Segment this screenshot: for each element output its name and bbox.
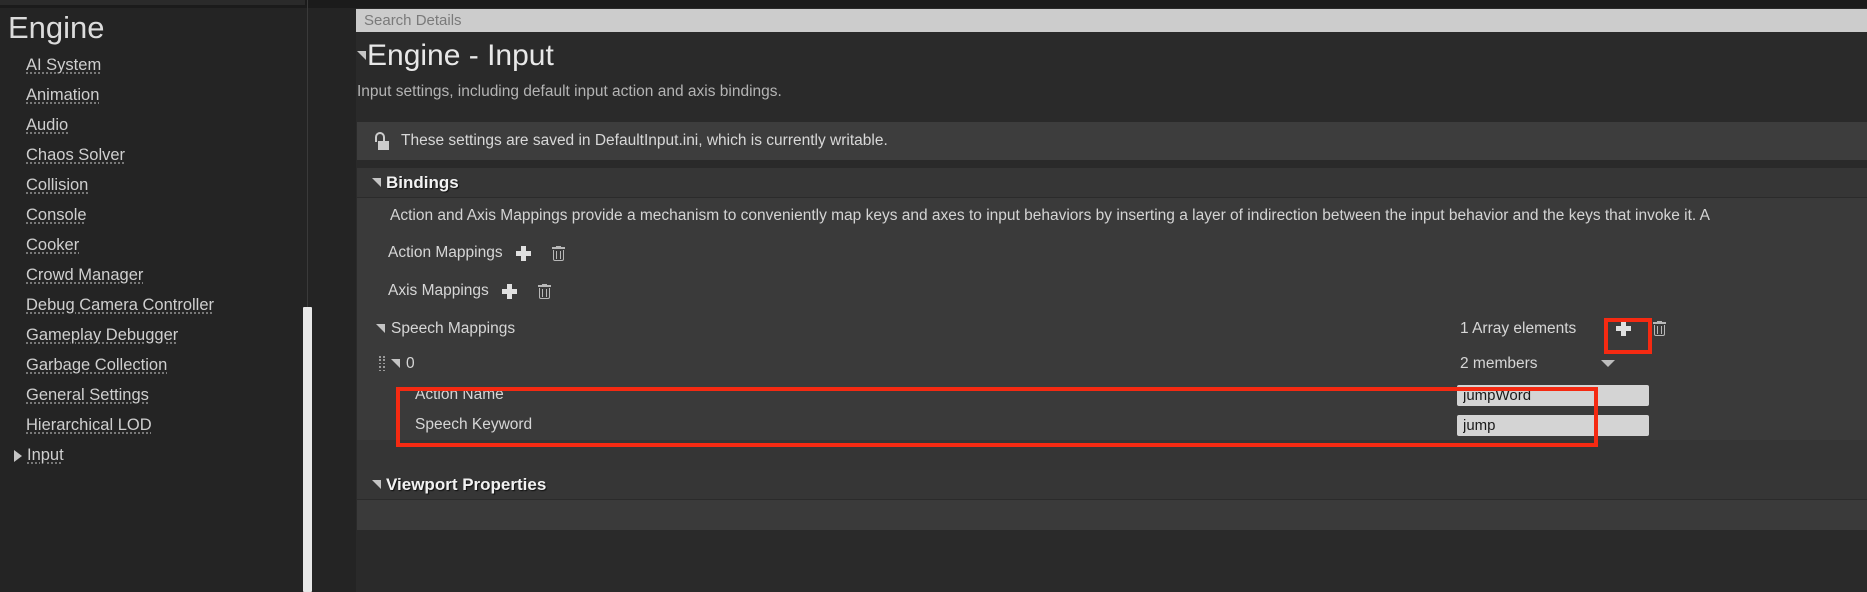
speech-mappings-label: Speech Mappings — [391, 320, 515, 338]
trash-icon — [1653, 321, 1666, 336]
page-title: Engine - Input — [367, 40, 554, 72]
chevron-down-icon[interactable] — [391, 359, 400, 368]
expand-dropdown-icon[interactable] — [1601, 360, 1615, 367]
action-name-label: Action Name — [415, 386, 504, 404]
sidebar-item-animation[interactable]: Animation — [0, 81, 318, 111]
sidebar-item-label: Input — [27, 446, 64, 465]
row-array-element-0: 0 2 members — [357, 347, 1867, 380]
axis-mappings-label: Axis Mappings — [388, 282, 489, 300]
sidebar-item-label: Console — [26, 206, 87, 225]
row-speech-keyword: Speech Keyword — [357, 410, 1867, 440]
property-tree: Bindings Action and Axis Mappings provid… — [357, 168, 1867, 592]
sidebar-section-title: Engine — [0, 12, 318, 45]
array-element-index: 0 — [406, 355, 415, 373]
action-mappings-label: Action Mappings — [388, 244, 503, 262]
page-subtitle: Input settings, including default input … — [356, 83, 1867, 101]
sidebar-item-label: Debug Camera Controller — [26, 296, 214, 315]
sidebar-item-label: Chaos Solver — [26, 146, 125, 165]
array-element-members: 2 members — [1460, 355, 1538, 373]
sidebar-item-crowd-manager[interactable]: Crowd Manager — [0, 261, 318, 291]
search-details-bar[interactable] — [356, 9, 1867, 32]
category-title: Bindings — [386, 173, 459, 193]
sidebar-item-console[interactable]: Console — [0, 201, 318, 231]
drag-handle-icon[interactable] — [379, 356, 386, 371]
sidebar-item-gameplay-debugger[interactable]: Gameplay Debugger — [0, 321, 318, 351]
row-action-mappings: Action Mappings — [357, 234, 1867, 272]
sidebar-item-garbage-collection[interactable]: Garbage Collection — [0, 351, 318, 381]
clear-axis-mappings-button[interactable] — [534, 280, 556, 302]
sidebar-item-label: Cooker — [26, 236, 79, 255]
sidebar-scrollbar[interactable] — [303, 307, 312, 592]
sidebar-item-label: Animation — [26, 86, 99, 105]
row-action-name: Action Name — [357, 380, 1867, 410]
lock-open-icon — [372, 131, 392, 151]
sidebar-top-strip-inner — [0, 0, 305, 5]
chevron-down-icon[interactable] — [372, 480, 381, 489]
sidebar-item-label: General Settings — [26, 386, 149, 405]
action-name-input[interactable] — [1457, 385, 1649, 406]
sidebar-nav-list: AI System Animation Audio Chaos Solver Colli… — [0, 51, 318, 471]
sidebar-item-ai-system[interactable]: AI System — [0, 51, 318, 81]
row-viewport-body — [357, 500, 1867, 530]
speech-mappings-array-count: 1 Array elements — [1460, 320, 1576, 338]
sidebar-item-input[interactable]: Input — [0, 441, 318, 471]
sidebar-item-hierarchical-lod[interactable]: Hierarchical LOD — [0, 411, 318, 441]
sidebar-item-label: Collision — [26, 176, 88, 195]
sidebar-item-debug-camera-controller[interactable]: Debug Camera Controller — [0, 291, 318, 321]
add-speech-mapping-button[interactable] — [1612, 318, 1634, 340]
sidebar-item-label: Gameplay Debugger — [26, 326, 178, 345]
notice-text: These settings are saved in DefaultInput… — [401, 132, 888, 150]
add-action-mapping-button[interactable] — [513, 242, 535, 264]
category-header-viewport[interactable]: Viewport Properties — [357, 470, 1867, 500]
row-spacer — [357, 440, 1867, 470]
trash-icon — [538, 284, 551, 299]
plus-icon — [1616, 321, 1631, 336]
speech-keyword-label: Speech Keyword — [415, 416, 532, 434]
clear-speech-mappings-button[interactable] — [1648, 318, 1670, 340]
details-top-strip — [318, 0, 1867, 8]
sidebar-item-label: Audio — [26, 116, 68, 135]
plus-icon — [502, 284, 517, 299]
details-panel: Engine - Input Input settings, including… — [318, 0, 1867, 592]
category-header-bindings[interactable]: Bindings — [357, 168, 1867, 198]
clear-action-mappings-button[interactable] — [548, 242, 570, 264]
details-left-gutter — [318, 0, 356, 592]
plus-icon — [516, 246, 531, 261]
sidebar-item-general-settings[interactable]: General Settings — [0, 381, 318, 411]
row-speech-mappings: Speech Mappings 1 Array elements — [357, 310, 1867, 347]
row-axis-mappings: Axis Mappings — [357, 272, 1867, 310]
sidebar-item-chaos-solver[interactable]: Chaos Solver — [0, 141, 318, 171]
chevron-right-icon[interactable] — [10, 450, 26, 462]
search-input[interactable] — [364, 12, 1867, 29]
sidebar-item-label: Crowd Manager — [26, 266, 143, 285]
category-title: Viewport Properties — [386, 475, 546, 495]
chevron-down-icon[interactable] — [372, 178, 381, 187]
sidebar-item-audio[interactable]: Audio — [0, 111, 318, 141]
sidebar-item-label: Hierarchical LOD — [26, 416, 152, 435]
sidebar-top-strip — [0, 0, 318, 8]
settings-window: Engine AI System Animation Audio Chaos Solv… — [0, 0, 1867, 592]
collapse-arrow-icon[interactable] — [357, 51, 366, 60]
add-axis-mapping-button[interactable] — [499, 280, 521, 302]
speech-keyword-input[interactable] — [1457, 415, 1649, 436]
sidebar-item-collision[interactable]: Collision — [0, 171, 318, 201]
sidebar-item-label: AI System — [26, 56, 101, 75]
sidebar-item-label: Garbage Collection — [26, 356, 167, 375]
page-header: Engine - Input Input settings, including… — [356, 40, 1867, 101]
sidebar: Engine AI System Animation Audio Chaos Solv… — [0, 0, 318, 592]
bindings-description: Action and Axis Mappings provide a mecha… — [357, 198, 1710, 234]
bindings-description-row: Action and Axis Mappings provide a mecha… — [357, 198, 1867, 234]
notice-bar: These settings are saved in DefaultInput… — [357, 122, 1867, 160]
trash-icon — [552, 246, 565, 261]
chevron-down-icon[interactable] — [376, 324, 385, 333]
triangle-right-icon — [14, 450, 22, 462]
sidebar-item-cooker[interactable]: Cooker — [0, 231, 318, 261]
